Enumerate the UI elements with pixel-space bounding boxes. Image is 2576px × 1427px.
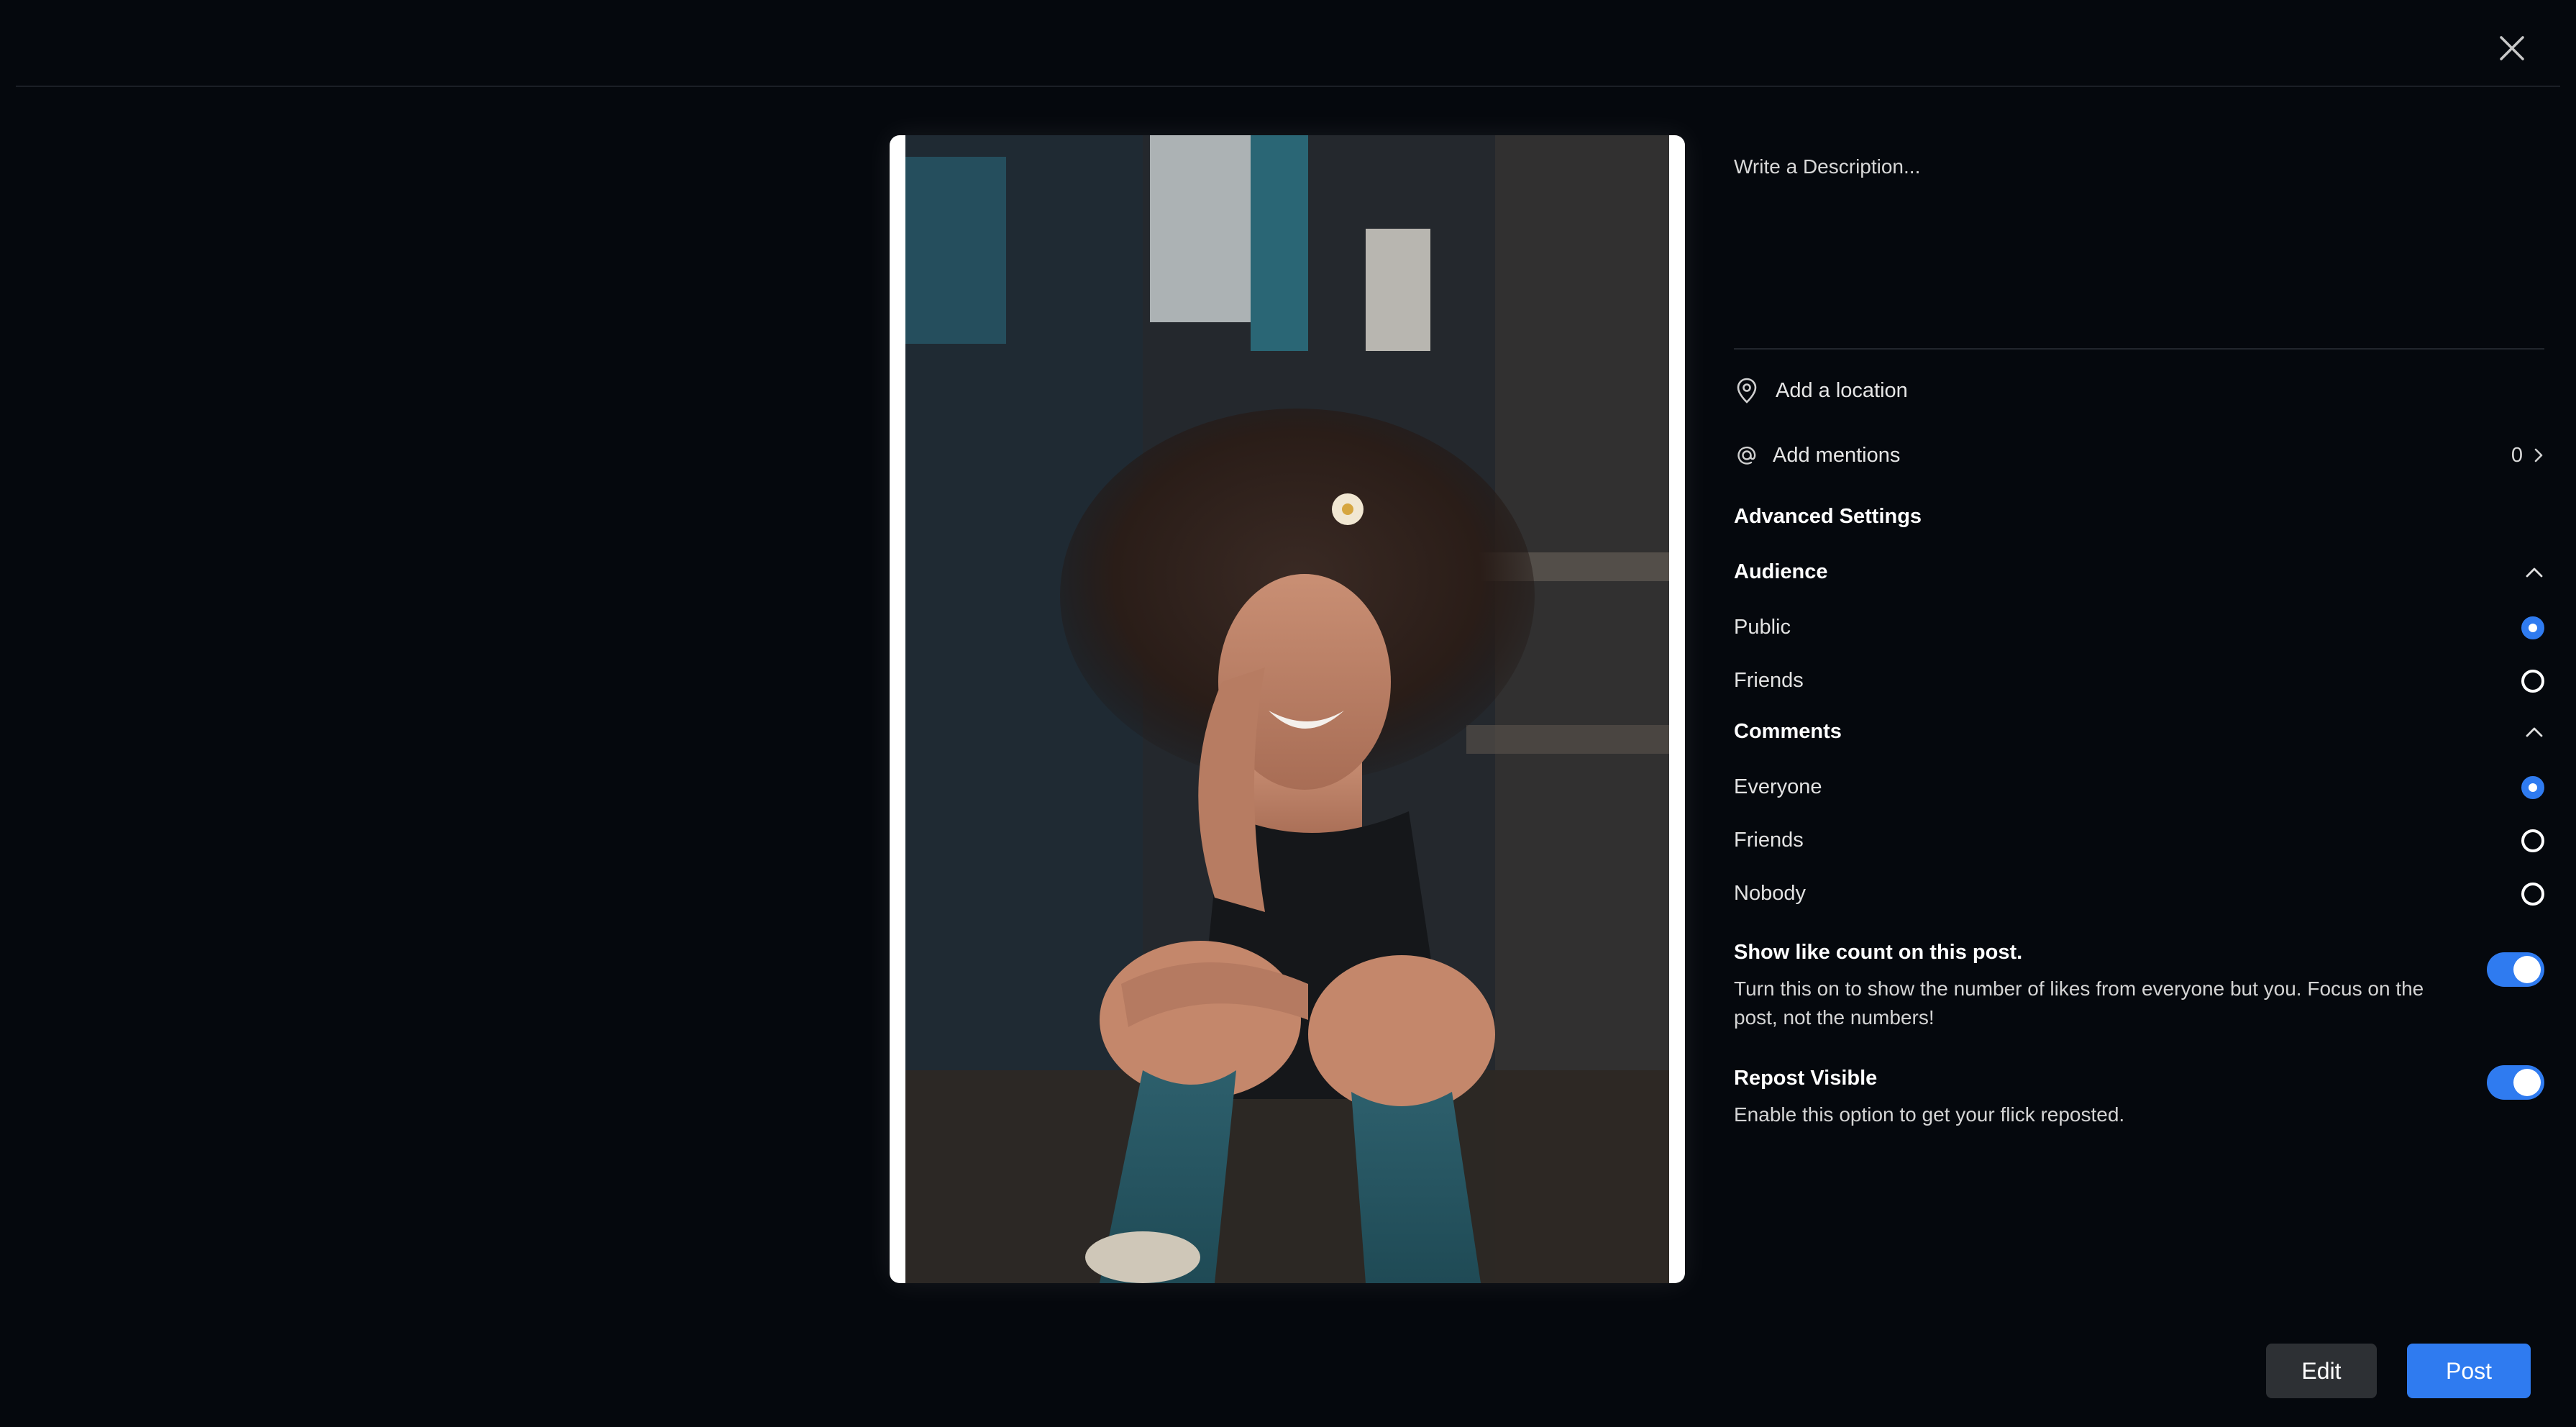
add-mentions-label: Add mentions [1773,443,1901,467]
description-input[interactable]: Write a Description... [1734,135,2544,350]
audience-option-public[interactable]: Public [1734,616,2544,639]
comments-option-label: Friends [1734,829,1804,852]
comments-everyone-radio[interactable] [2521,775,2544,799]
location-pin-icon [1734,376,1760,405]
like-count-description: Turn this on to show the number of likes… [1734,977,2424,1029]
header-divider [16,86,2560,87]
audience-option-label: Public [1734,616,1791,639]
repost-description: Enable this option to get your flick rep… [1734,1103,2125,1126]
like-count-toggle[interactable] [2487,952,2544,987]
post-photo-illustration [905,135,1669,1283]
mentions-count: 0 [2511,443,2523,467]
add-location-label: Add a location [1776,378,1908,402]
comments-section-header[interactable]: Comments [1734,720,2544,744]
close-icon [2500,36,2524,60]
repost-toggle[interactable] [2487,1065,2544,1100]
toggle-knob [2513,1069,2541,1096]
add-mentions-row[interactable]: Add mentions 0 [1734,441,2544,470]
repost-title: Repost Visible [1734,1067,1878,1090]
edit-button[interactable]: Edit [2266,1344,2377,1398]
post-button[interactable]: Post [2407,1344,2531,1398]
comments-option-friends[interactable]: Friends [1734,829,2544,852]
comments-option-label: Everyone [1734,775,1822,798]
chevron-right-icon [2534,448,2543,462]
repost-setting: Repost Visible Enable this option to get… [1734,1065,2544,1129]
at-sign-icon [1734,441,1760,470]
like-count-setting: Show like count on this post. Turn this … [1734,941,2544,1032]
chevron-up-icon [2526,567,2543,577]
modal-header [0,0,2576,87]
advanced-settings-heading: Advanced Settings [1734,505,1922,528]
audience-heading: Audience [1734,560,1828,583]
audience-option-label: Friends [1734,669,1804,692]
audience-section-header[interactable]: Audience [1734,560,2544,584]
comments-nobody-radio[interactable] [2521,882,2544,906]
comments-option-nobody[interactable]: Nobody [1734,882,2544,906]
post-photo [905,135,1669,1283]
audience-public-radio[interactable] [2521,616,2544,639]
toggle-knob [2513,956,2541,983]
media-preview-frame [890,135,1685,1283]
close-button[interactable] [2494,30,2530,66]
like-count-title: Show like count on this post. [1734,941,2023,964]
mentions-trail: 0 [2511,444,2544,468]
audience-option-friends[interactable]: Friends [1734,669,2544,693]
comments-option-everyone[interactable]: Everyone [1734,775,2544,799]
comments-option-label: Nobody [1734,882,1806,905]
comments-friends-radio[interactable] [2521,829,2544,852]
description-placeholder: Write a Description... [1734,155,1921,178]
add-location-row[interactable]: Add a location [1734,376,2544,405]
chevron-up-icon [2526,727,2543,737]
comments-heading: Comments [1734,720,1842,743]
audience-friends-radio[interactable] [2521,669,2544,693]
